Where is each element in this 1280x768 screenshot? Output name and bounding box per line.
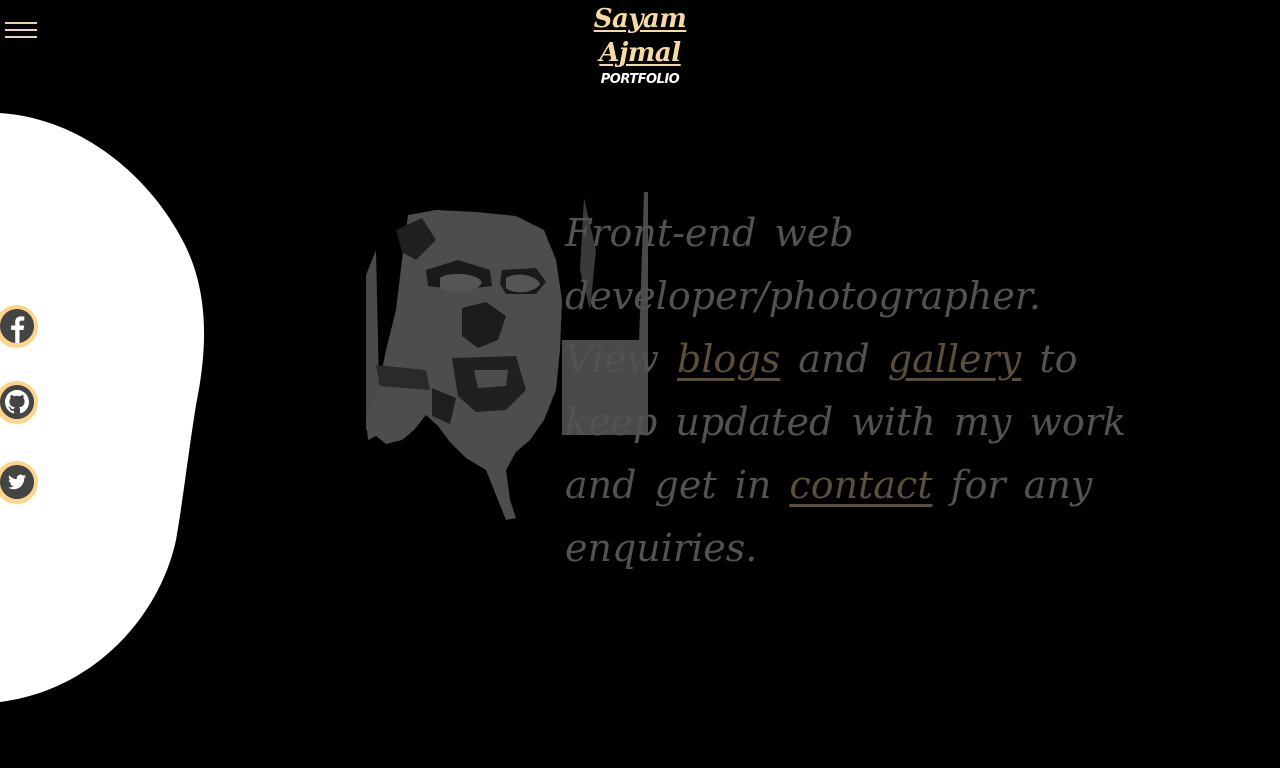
brand-name[interactable]: Sayam Ajmal [560, 2, 720, 70]
brand-logo[interactable]: Sayam Ajmal PORTFOLIO [560, 2, 720, 88]
twitter-link[interactable] [0, 461, 38, 504]
portfolio-page: Sayam Ajmal PORTFOLIO Front-end web deve… [0, 0, 1280, 768]
facebook-link[interactable] [0, 305, 38, 348]
twitter-icon [0, 465, 34, 499]
decorative-blob [0, 113, 205, 702]
contact-link[interactable]: contact [789, 463, 932, 507]
blogs-link[interactable]: blogs [677, 337, 780, 381]
github-link[interactable] [0, 381, 38, 424]
gallery-link[interactable]: gallery [888, 337, 1021, 381]
intro-text-part: and [780, 337, 888, 381]
intro-text: Front-end web developer/photographer. Vi… [565, 202, 1145, 580]
brand-subtitle: PORTFOLIO [600, 72, 680, 87]
github-icon [0, 385, 34, 419]
facebook-icon [0, 309, 34, 343]
